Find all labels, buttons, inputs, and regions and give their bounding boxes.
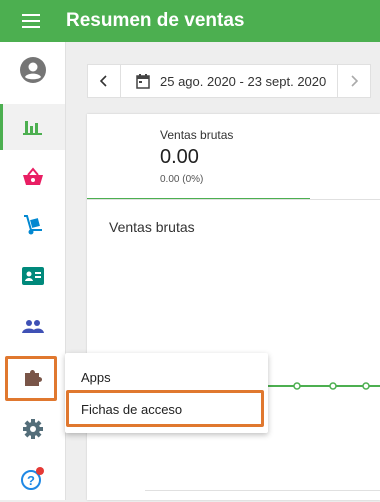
account-circle-icon xyxy=(19,57,46,83)
active-indicator xyxy=(0,104,3,150)
sidebar-item-employees[interactable] xyxy=(0,253,65,299)
data-point xyxy=(293,382,301,390)
chevron-left-icon xyxy=(100,75,107,87)
people-icon xyxy=(21,320,44,333)
apps-popup-menu: Apps Fichas de acceso xyxy=(65,353,268,433)
menu-item-apps[interactable]: Apps xyxy=(65,361,268,393)
access-tokens-highlight-box xyxy=(66,390,264,427)
sidebar-item-help[interactable]: ? xyxy=(0,456,65,502)
sidebar-item-reports[interactable] xyxy=(0,104,65,150)
bar-chart-icon xyxy=(22,121,42,135)
sidebar-item-profile[interactable] xyxy=(0,47,65,93)
gear-icon xyxy=(22,419,43,439)
next-period-button[interactable] xyxy=(337,65,370,97)
basket-icon xyxy=(22,167,43,185)
help-icon: ? xyxy=(20,467,44,490)
apps-highlight-box xyxy=(5,356,57,401)
data-point xyxy=(362,382,370,390)
data-point xyxy=(329,382,337,390)
date-range-label: 25 ago. 2020 - 23 sept. 2020 xyxy=(160,73,327,89)
date-range-bar: 25 ago. 2020 - 23 sept. 2020 xyxy=(87,64,371,98)
sidebar-item-inventory[interactable] xyxy=(0,202,65,248)
hand-truck-icon xyxy=(23,215,42,235)
sales-summary-card: Ventas brutas 0.00 0.00 (0%) Ventas brut… xyxy=(87,114,380,500)
date-range-picker[interactable]: 25 ago. 2020 - 23 sept. 2020 xyxy=(136,65,326,97)
calendar-icon xyxy=(136,73,150,89)
sidebar-item-items[interactable] xyxy=(0,154,65,200)
app-bar: Resumen de ventas xyxy=(0,0,380,42)
sidebar-item-customers[interactable] xyxy=(0,304,65,350)
x-axis xyxy=(145,490,380,491)
page-title: Resumen de ventas xyxy=(66,10,245,31)
sidebar: ? xyxy=(0,42,66,500)
previous-period-button[interactable] xyxy=(88,65,121,97)
chevron-right-icon xyxy=(351,75,358,87)
sidebar-item-settings[interactable] xyxy=(0,406,65,452)
sales-line-chart xyxy=(259,382,380,390)
notification-dot xyxy=(35,467,44,475)
id-card-icon xyxy=(21,267,44,285)
svg-text:?: ? xyxy=(27,473,35,488)
hamburger-icon[interactable] xyxy=(22,14,40,28)
